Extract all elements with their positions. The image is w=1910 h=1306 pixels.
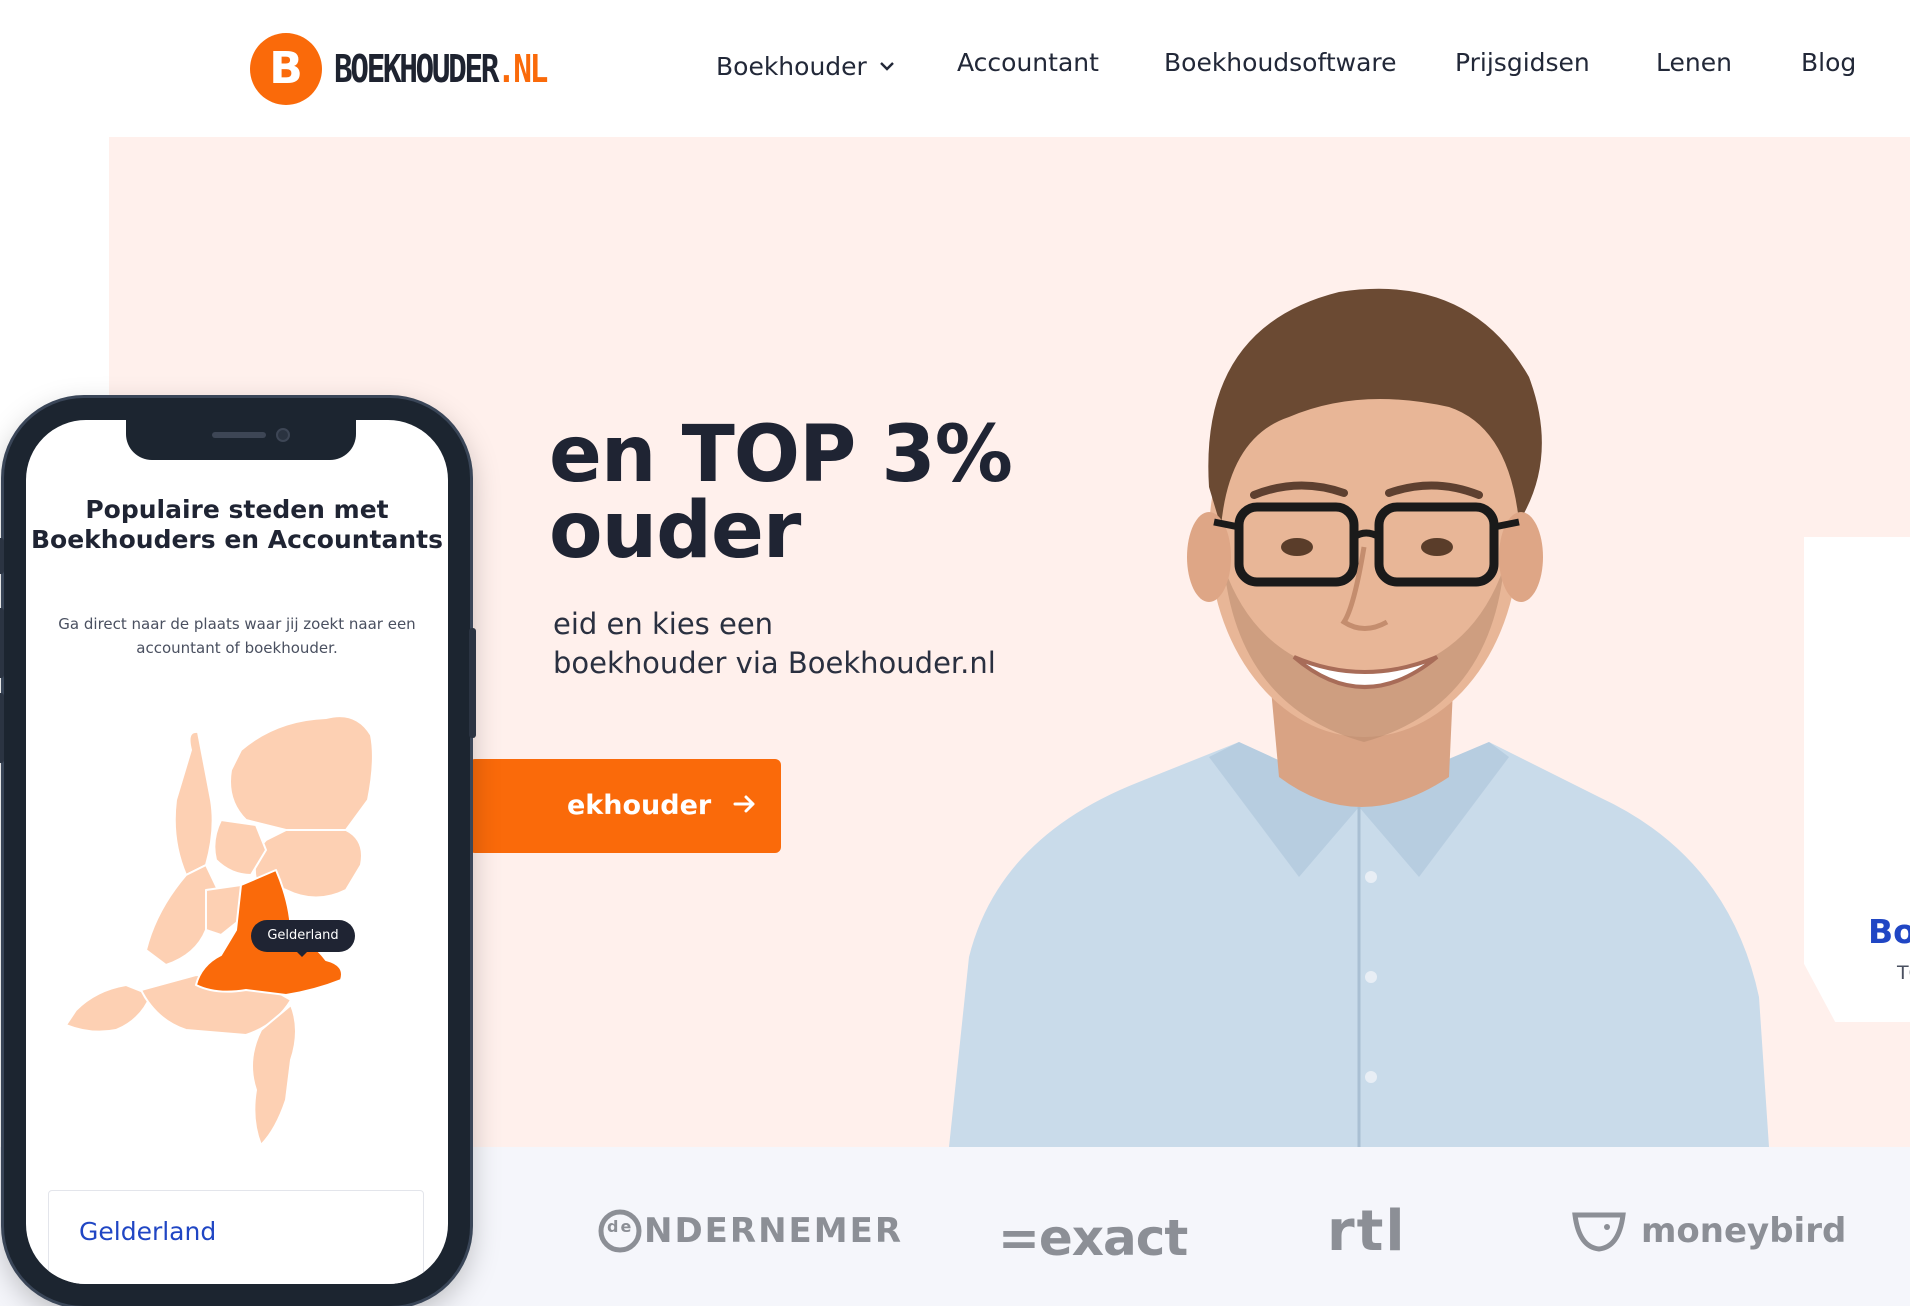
hero-person-photo [949,288,1769,1147]
logo-mark-icon: B [250,33,322,105]
moneybird-logo: moneybird [1571,1209,1846,1253]
arrow-right-icon [733,759,757,853]
nav-item-blog[interactable]: Blog [1801,48,1856,77]
moneybird-bird-icon [1572,1212,1626,1252]
site-header: B BOEKHOUDER.NL Boekhouder Accountant Bo… [0,0,1910,136]
exact-logo: =exact [998,1209,1188,1267]
phone-volume-up [0,608,4,678]
phone-volume-down [0,693,4,763]
nav-item-boekhouder[interactable]: Boekhouder [716,48,895,81]
netherlands-province-map [65,715,374,1146]
map-region-zeeland[interactable] [65,984,152,1033]
phone-screen: Populaire steden met Boekhouders en Acco… [26,420,448,1284]
nav-item-prijsgidsen[interactable]: Prijsgidsen [1455,48,1590,77]
nav-item-boekhoudsoftware[interactable]: Boekhoudsoftware [1164,48,1397,77]
boekhouder-logo[interactable]: B BOEKHOUDER.NL [250,33,592,105]
map-region-noord-holland[interactable] [173,730,214,876]
phone-section-title: Populaire steden met Boekhouders en Acco… [30,495,443,554]
phone-power-button [469,628,476,738]
phone-side-button [0,538,4,574]
badge-card-subtitle: TOP 10% Boe [1897,962,1910,984]
find-boekhouder-button[interactable]: ekhouder [469,759,781,853]
map-region-north[interactable] [229,715,374,836]
phone-section-description: Ga direct naar de plaats waar jij zoekt … [58,615,416,657]
nav-item-accountant[interactable]: Accountant [957,48,1099,77]
nav-item-lenen[interactable]: Lenen [1656,48,1732,77]
chevron-down-icon [879,48,895,77]
phone-mockup: Populaire steden met Boekhouders en Acco… [0,398,476,1306]
selected-region-link[interactable]: Gelderland [79,1217,216,1246]
rtl-logo: rtl [1327,1199,1407,1264]
camera-icon [276,428,290,442]
map-tooltip: Gelderland [251,920,355,957]
selected-region-card[interactable]: Gelderland [48,1190,424,1284]
de-ondernemer-logo: de NDERNEMER [598,1209,903,1253]
logo-wordmark: BOEKHOUDER.NL [334,47,548,91]
badge-card-title: Boekhoud [1868,912,1910,951]
boekhouder-badge-card: Boekhoud TOP 10% Boe [1804,537,1910,1022]
phone-notch [126,420,356,460]
